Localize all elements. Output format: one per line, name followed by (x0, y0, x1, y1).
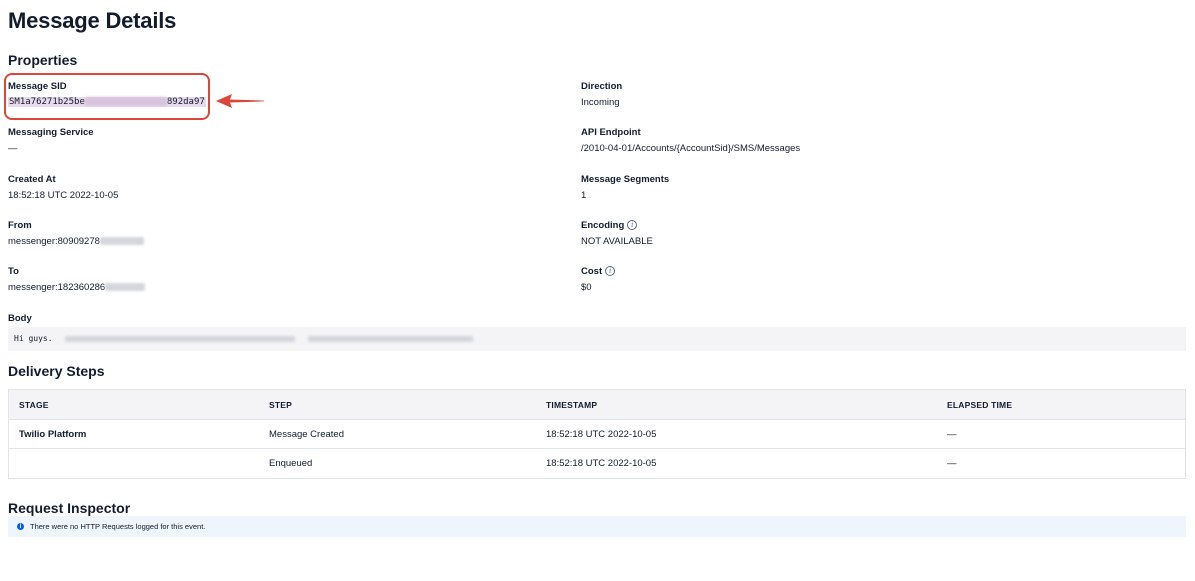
message-body-text: Hi guys. (14, 334, 53, 343)
redacted-text (99, 237, 144, 246)
property-label: Encoding i (581, 219, 653, 231)
stage-cell: Twilio Platform (19, 428, 87, 440)
message-body: Hi guys. (8, 327, 1186, 351)
property-value: NOT AVAILABLE (581, 236, 653, 247)
encoding-label: Encoding (581, 219, 625, 231)
step-cell: Enqueued (269, 458, 313, 469)
property-label: API Endpoint (581, 126, 641, 138)
to-value: messenger:182360286 (8, 282, 146, 294)
property-value: /2010-04-01/Accounts/{AccountSid}/SMS/Me… (581, 143, 801, 154)
property-message-segments: Message Segments 1 (581, 173, 669, 202)
redacted-text (105, 283, 146, 292)
highlight-box (4, 73, 210, 120)
from-text: messenger:80909278 (8, 236, 100, 247)
property-label: Messaging Service (8, 126, 94, 138)
property-messaging-service: Messaging Service — (8, 126, 94, 155)
page-title: Message Details (8, 8, 177, 33)
table-row: Enqueued 18:52:18 UTC 2022-10-05 — (9, 449, 1185, 478)
elapsed-cell: — (947, 428, 957, 440)
table-header: STAGE STEP TIMESTAMP ELAPSED TIME (9, 390, 1185, 420)
property-label: To (8, 265, 19, 277)
property-from: From messenger:80909278 (8, 219, 144, 248)
cost-label: Cost (581, 265, 603, 277)
property-cost: Cost i $0 (581, 265, 616, 294)
property-label: Direction (581, 80, 623, 92)
to-text: messenger:182360286 (8, 282, 106, 293)
from-value: messenger:80909278 (8, 236, 144, 248)
property-to: To messenger:182360286 (8, 265, 146, 294)
redacted-text (308, 335, 474, 342)
property-created-at: Created At 18:52:18 UTC 2022-10-05 (8, 173, 118, 202)
info-icon[interactable]: i (627, 220, 638, 230)
property-label: Body (8, 312, 32, 324)
inspector-section-title: Request Inspector (8, 500, 131, 516)
redacted-text (65, 335, 296, 342)
elapsed-cell: — (947, 458, 957, 469)
column-header-elapsed-time: ELAPSED TIME (947, 399, 1013, 410)
column-header-step: STEP (269, 399, 293, 410)
property-body: Body (8, 312, 32, 324)
property-value: 1 (581, 190, 587, 201)
property-value: — (8, 143, 18, 154)
step-cell: Message Created (269, 428, 344, 440)
property-direction: Direction Incoming (581, 80, 622, 109)
property-label: Message Segments (581, 173, 670, 185)
property-value: Incoming (581, 97, 620, 108)
property-label: Created At (8, 173, 56, 185)
timestamp-cell: 18:52:18 UTC 2022-10-05 (546, 458, 657, 469)
info-icon: i (17, 523, 24, 530)
column-header-stage: STAGE (19, 399, 49, 410)
property-label: From (8, 219, 32, 231)
property-label: Cost i (581, 265, 616, 277)
properties-section-title: Properties (8, 52, 78, 68)
property-value: $0 (581, 282, 592, 293)
arrow-left-icon (216, 94, 264, 108)
property-api-endpoint: API Endpoint /2010-04-01/Accounts/{Accou… (581, 126, 800, 155)
info-icon[interactable]: i (605, 266, 616, 276)
delivery-steps-table: STAGE STEP TIMESTAMP ELAPSED TIME Twilio… (8, 389, 1186, 479)
property-encoding: Encoding i NOT AVAILABLE (581, 219, 653, 248)
property-value: 18:52:18 UTC 2022-10-05 (8, 190, 119, 201)
timestamp-cell: 18:52:18 UTC 2022-10-05 (546, 428, 657, 440)
table-row: Twilio Platform Message Created 18:52:18… (9, 420, 1185, 449)
inspector-notice: i There were no HTTP Requests logged for… (8, 516, 1186, 537)
column-header-timestamp: TIMESTAMP (546, 399, 598, 410)
delivery-section-title: Delivery Steps (8, 363, 105, 379)
notice-text: There were no HTTP Requests logged for t… (30, 522, 206, 531)
